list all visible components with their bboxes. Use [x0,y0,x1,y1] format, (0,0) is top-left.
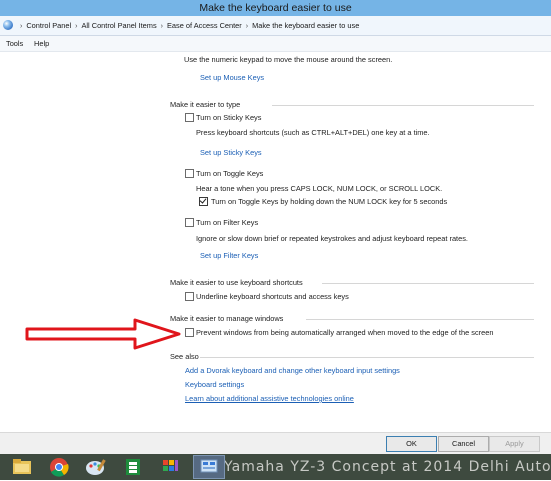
paint-icon[interactable] [80,455,112,479]
ok-button[interactable]: OK [386,436,437,452]
section-header-see-also: See also [170,352,199,361]
section-divider [200,357,534,358]
chevron-right-icon: › [20,23,23,30]
section-header-type: Make it easier to type [170,100,241,109]
annotation-arrow-icon [25,318,181,350]
file-explorer-icon[interactable] [6,455,38,479]
dialog-footer: OK Cancel Apply [0,432,551,455]
toggle-keys-checkbox[interactable] [185,169,194,178]
breadcrumb-control-panel[interactable]: Control Panel [26,21,71,30]
setup-filter-keys-link[interactable]: Set up Filter Keys [200,251,258,260]
section-header-shortcuts: Make it easier to use keyboard shortcuts [170,278,303,287]
control-panel-icon [200,459,218,473]
section-divider [306,319,534,320]
sticky-keys-label[interactable]: Turn on Sticky Keys [196,113,261,122]
setup-mouse-keys-link[interactable]: Set up Mouse Keys [200,73,264,82]
prevent-auto-arrange-checkbox[interactable] [185,328,194,337]
sticky-keys-description: Press keyboard shortcuts (such as CTRL+A… [196,128,430,137]
store-icon[interactable] [154,455,186,479]
section-divider [272,105,534,106]
dvorak-keyboard-link[interactable]: Add a Dvorak keyboard and change other k… [185,366,400,375]
address-bar[interactable]: › Control Panel › All Control Panel Items › E… [0,16,551,36]
office-icon[interactable] [117,455,149,479]
sticky-keys-checkbox[interactable] [185,113,194,122]
window-title: Make the keyboard easier to use [199,2,352,14]
control-panel-taskbar-button[interactable] [193,455,225,479]
prevent-auto-arrange-label[interactable]: Prevent windows from being automatically… [196,328,493,337]
chevron-right-icon: › [245,23,249,30]
toggle-keys-label[interactable]: Turn on Toggle Keys [196,169,263,178]
taskbar: Yamaha YZ-3 Concept at 2014 Delhi Auto [0,454,551,480]
cancel-button[interactable]: Cancel [438,436,489,452]
mouse-keys-description: Use the numeric keypad to move the mouse… [184,55,393,64]
menu-tools[interactable]: Tools [6,36,23,51]
menu-bar: Tools Help [0,36,551,52]
title-bar: Make the keyboard easier to use [0,0,551,16]
section-header-windows: Make it easier to manage windows [170,314,284,323]
control-panel-icon [3,20,13,30]
breadcrumb: › Control Panel › All Control Panel Items › E… [16,16,359,35]
menu-help[interactable]: Help [34,36,49,51]
underline-shortcuts-label[interactable]: Underline keyboard shortcuts and access … [196,292,349,301]
underline-shortcuts-checkbox[interactable] [185,292,194,301]
setup-sticky-keys-link[interactable]: Set up Sticky Keys [200,148,262,157]
apply-button[interactable]: Apply [489,436,540,452]
toggle-keys-description: Hear a tone when you press CAPS LOCK, NU… [196,184,443,193]
filter-keys-label[interactable]: Turn on Filter Keys [196,218,258,227]
chevron-right-icon: › [75,23,78,30]
breadcrumb-ease-of-access[interactable]: Ease of Access Center [167,21,242,30]
breadcrumb-current[interactable]: Make the keyboard easier to use [252,21,359,30]
main-content: Use the numeric keypad to move the mouse… [0,52,551,432]
section-divider [322,283,534,284]
toggle-keys-hold-numlock-checkbox[interactable] [199,196,208,206]
chevron-right-icon: › [160,23,163,30]
keyboard-settings-link[interactable]: Keyboard settings [185,380,244,389]
filter-keys-description: Ignore or slow down brief or repeated ke… [196,234,468,243]
checkmark-icon [199,196,207,204]
assistive-technologies-link[interactable]: Learn about additional assistive technol… [185,394,354,403]
wallpaper-caption: Yamaha YZ-3 Concept at 2014 Delhi Auto [224,459,551,475]
filter-keys-checkbox[interactable] [185,218,194,227]
toggle-keys-hold-numlock-label[interactable]: Turn on Toggle Keys by holding down the … [211,197,447,206]
chrome-icon[interactable] [43,455,75,479]
breadcrumb-all-items[interactable]: All Control Panel Items [81,21,156,30]
